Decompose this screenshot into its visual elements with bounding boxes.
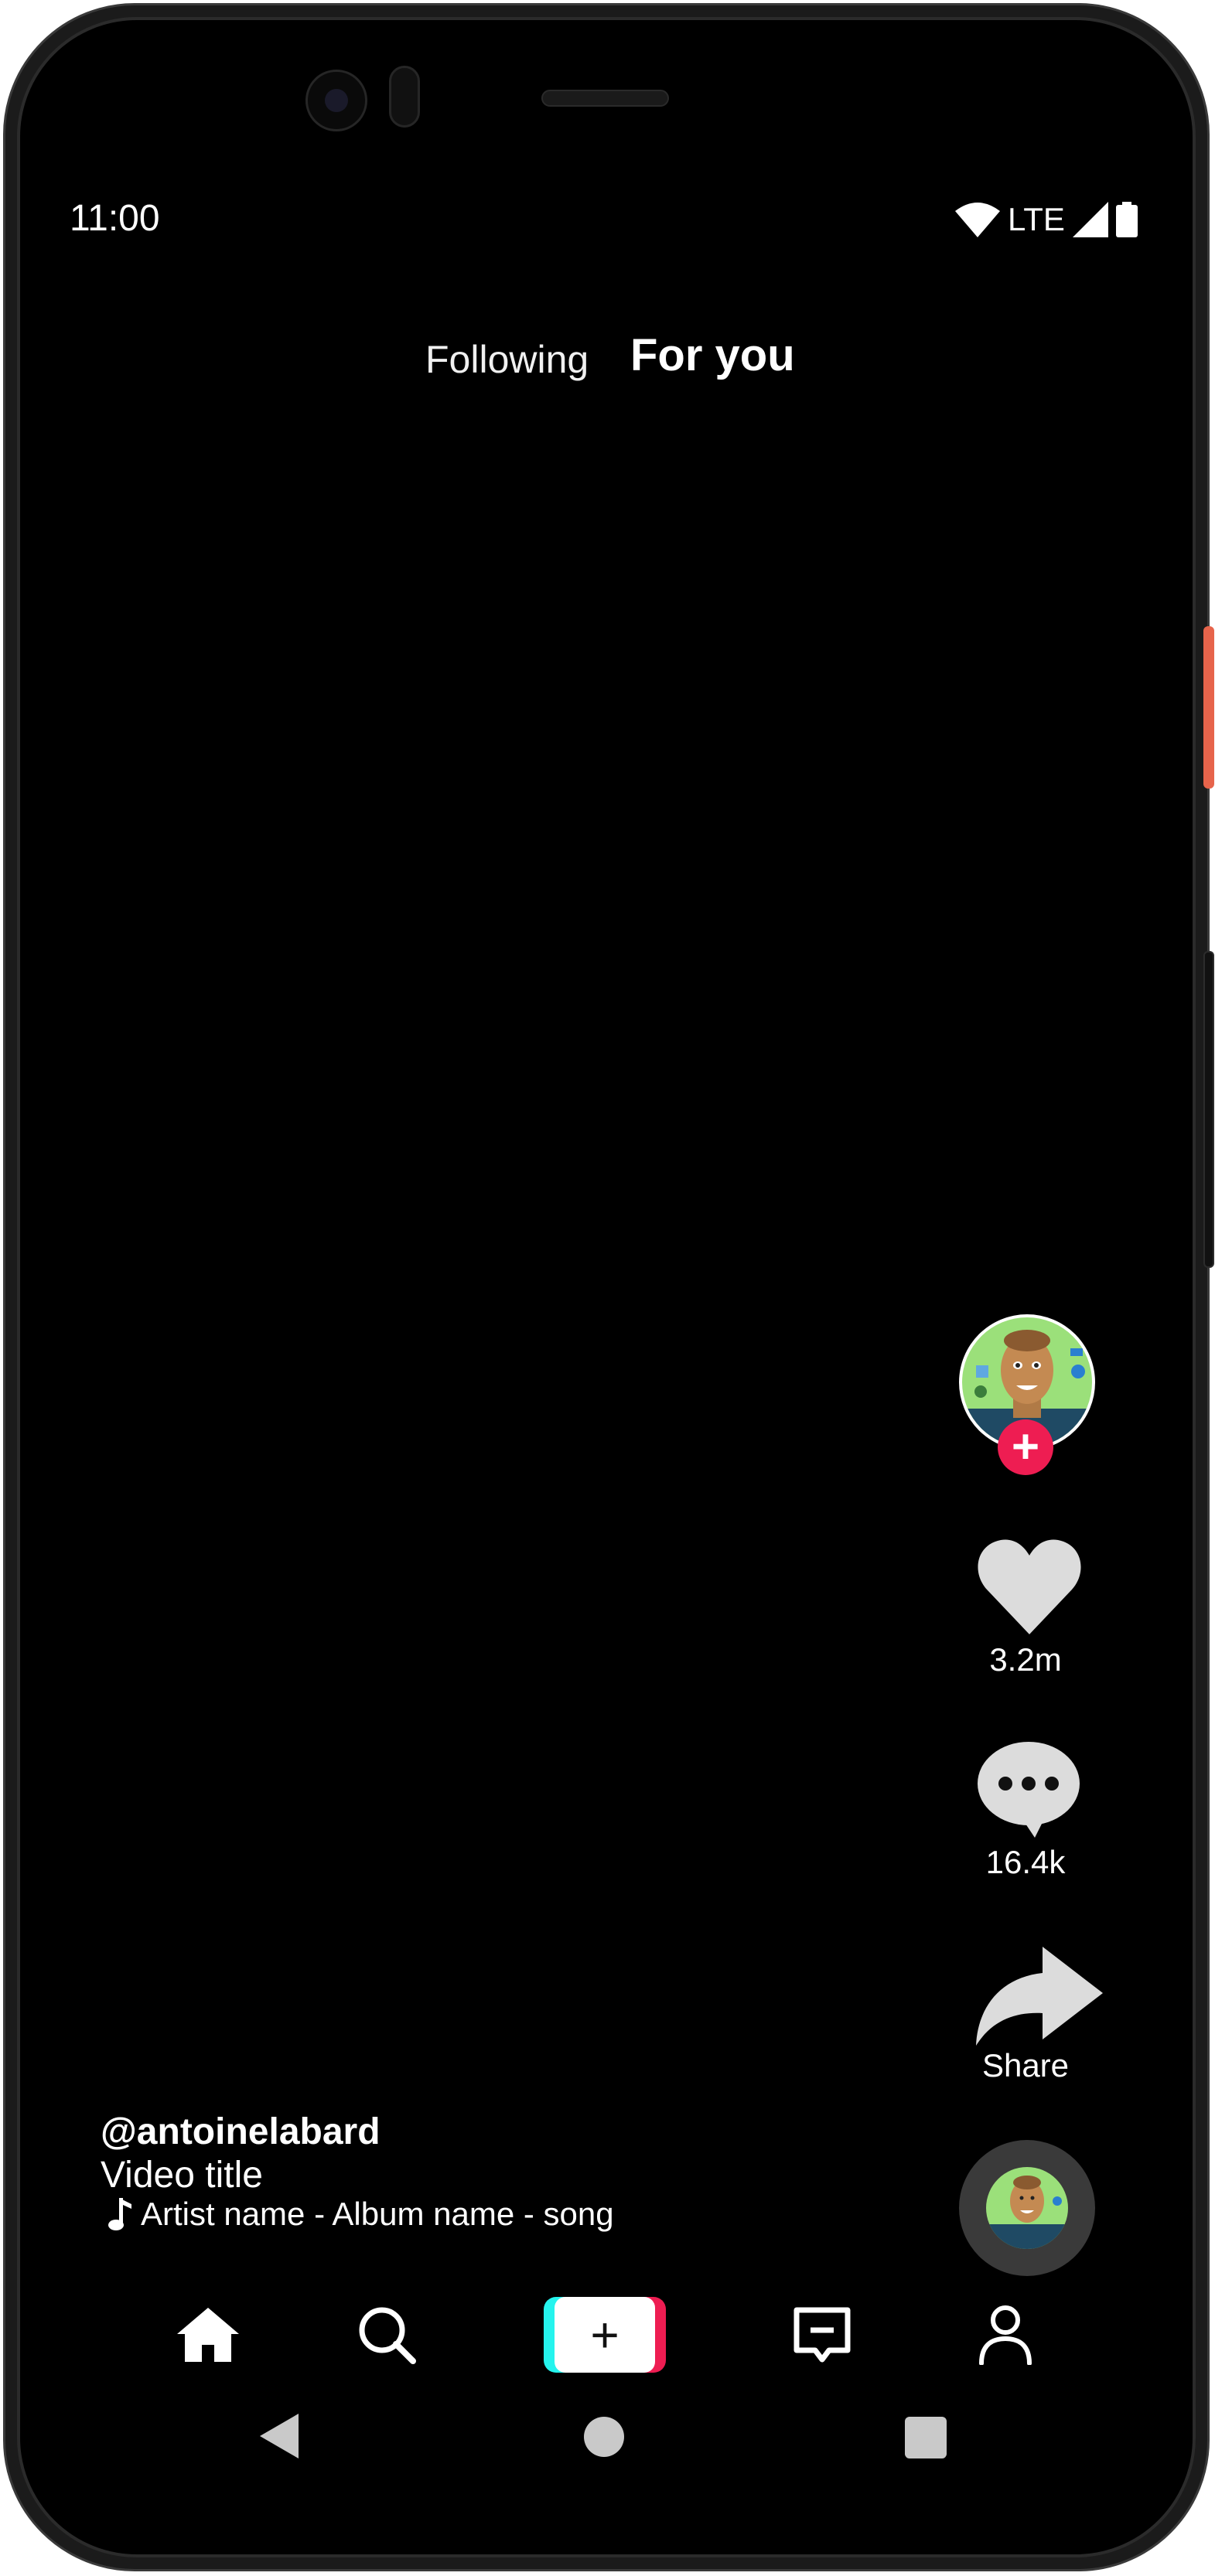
battery-icon [1115, 202, 1138, 237]
nav-profile[interactable] [959, 2292, 1052, 2377]
bottom-nav: + [46, 2292, 1160, 2377]
search-icon [359, 2307, 416, 2364]
comment-count: 16.4k [985, 1844, 1066, 1880]
music-note-icon [108, 2198, 131, 2230]
profile-icon [979, 2305, 1032, 2365]
nav-search[interactable] [340, 2292, 433, 2377]
like-count: 3.2m [989, 1641, 1062, 1678]
home-circle-icon[interactable] [584, 2417, 624, 2457]
nav-inbox[interactable] [776, 2292, 869, 2377]
share-label: Share [981, 2047, 1070, 2084]
creator-username[interactable]: @antoinelabard [101, 2111, 381, 2153]
home-icon [177, 2308, 239, 2362]
create-button[interactable]: + [544, 2297, 666, 2373]
status-time: 11:00 [70, 198, 160, 239]
network-type: LTE [1008, 201, 1065, 237]
share-icon[interactable] [976, 1947, 1103, 2046]
video-title: Video title [101, 2155, 263, 2196]
camera-lens [325, 89, 348, 112]
volume-button [1203, 951, 1214, 1268]
music-disc[interactable] [959, 2140, 1095, 2276]
tab-for-you[interactable]: For you [630, 329, 795, 381]
song-text: Artist name - Album name - song [141, 2196, 614, 2232]
tab-following[interactable]: Following [425, 337, 589, 382]
recents-icon[interactable] [905, 2417, 947, 2458]
follow-button[interactable]: + [998, 1419, 1053, 1475]
music-disc-avatar [986, 2167, 1068, 2249]
proximity-sensor [389, 66, 420, 128]
status-icons: LTE [955, 199, 1138, 240]
inbox-icon [794, 2307, 851, 2363]
wifi-icon [955, 203, 1000, 237]
heart-icon[interactable] [978, 1538, 1081, 1634]
earpiece-speaker [541, 90, 669, 107]
power-button [1203, 626, 1214, 789]
create-plus: + [590, 2307, 619, 2363]
signal-icon [1072, 202, 1108, 237]
nav-home[interactable] [162, 2292, 254, 2377]
back-icon[interactable] [260, 2414, 299, 2458]
song-row[interactable]: Artist name - Album name - song [108, 2196, 614, 2233]
comment-icon[interactable] [978, 1742, 1080, 1838]
